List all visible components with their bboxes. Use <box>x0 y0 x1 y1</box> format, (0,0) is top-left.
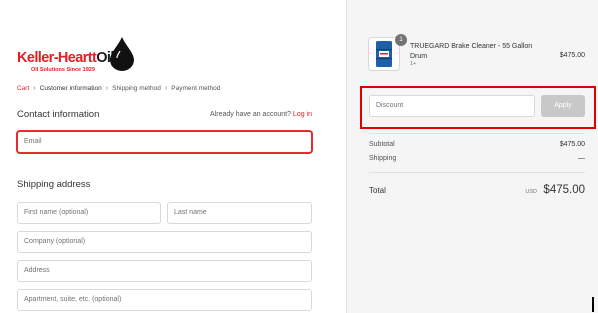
breadcrumb: Cart › Customer information › Shipping m… <box>17 85 220 92</box>
breadcrumb-customer-information: Customer information <box>39 85 102 92</box>
checkout-main-panel: Keller-HearttOil Oil Solutions Since 192… <box>0 0 346 313</box>
account-prompt-text: Already have an account? <box>210 111 291 118</box>
logo-wordmark: Keller-HearttOil <box>17 50 114 66</box>
chevron-right-icon: › <box>164 85 168 92</box>
apply-discount-button[interactable]: Apply <box>541 95 585 117</box>
account-prompt: Already have an account? Log in <box>210 111 312 118</box>
shipping-value: — <box>578 155 585 162</box>
product-price: $475.00 <box>559 52 585 59</box>
company-field[interactable]: Company (optional) <box>17 231 312 253</box>
total-value: $475.00 <box>543 184 585 196</box>
logo-tagline: Oil Solutions Since 1929 <box>31 67 95 73</box>
subtotal-value: $475.00 <box>559 141 585 148</box>
breadcrumb-payment-method: Payment method <box>171 85 221 92</box>
email-field[interactable]: Email <box>17 131 312 153</box>
text-cursor <box>592 297 594 312</box>
shipping-address-heading: Shipping address <box>17 179 91 190</box>
quantity-badge: 1 <box>395 34 407 46</box>
product-name: TRUEGARD Brake Cleaner - 55 Gallon Drum <box>410 43 533 60</box>
chevron-right-icon: › <box>33 85 36 92</box>
drum-icon <box>376 41 392 67</box>
first-name-field[interactable]: First name (optional) <box>17 202 161 224</box>
chevron-right-icon: › <box>105 85 109 92</box>
product-variant: 1+ <box>410 61 417 67</box>
total-currency: USD <box>525 189 537 195</box>
address-field[interactable]: Address <box>17 260 312 282</box>
last-name-field[interactable]: Last name <box>167 202 312 224</box>
subtotal-label: Subtotal <box>369 141 395 148</box>
breadcrumb-cart[interactable]: Cart <box>17 85 29 92</box>
summary-divider <box>369 133 585 134</box>
oil-drop-icon <box>110 37 134 71</box>
shipping-label: Shipping <box>369 155 397 162</box>
total-divider <box>369 172 585 173</box>
apartment-field[interactable]: Apartment, suite, etc. (optional) <box>17 289 312 311</box>
total-label: Total <box>369 186 386 195</box>
discount-input[interactable]: Discount <box>369 95 535 117</box>
contact-information-heading: Contact information <box>17 109 100 120</box>
login-link[interactable]: Log in <box>293 111 312 118</box>
store-logo[interactable]: Keller-HearttOil Oil Solutions Since 192… <box>17 36 135 78</box>
breadcrumb-shipping-method: Shipping method <box>112 85 161 92</box>
